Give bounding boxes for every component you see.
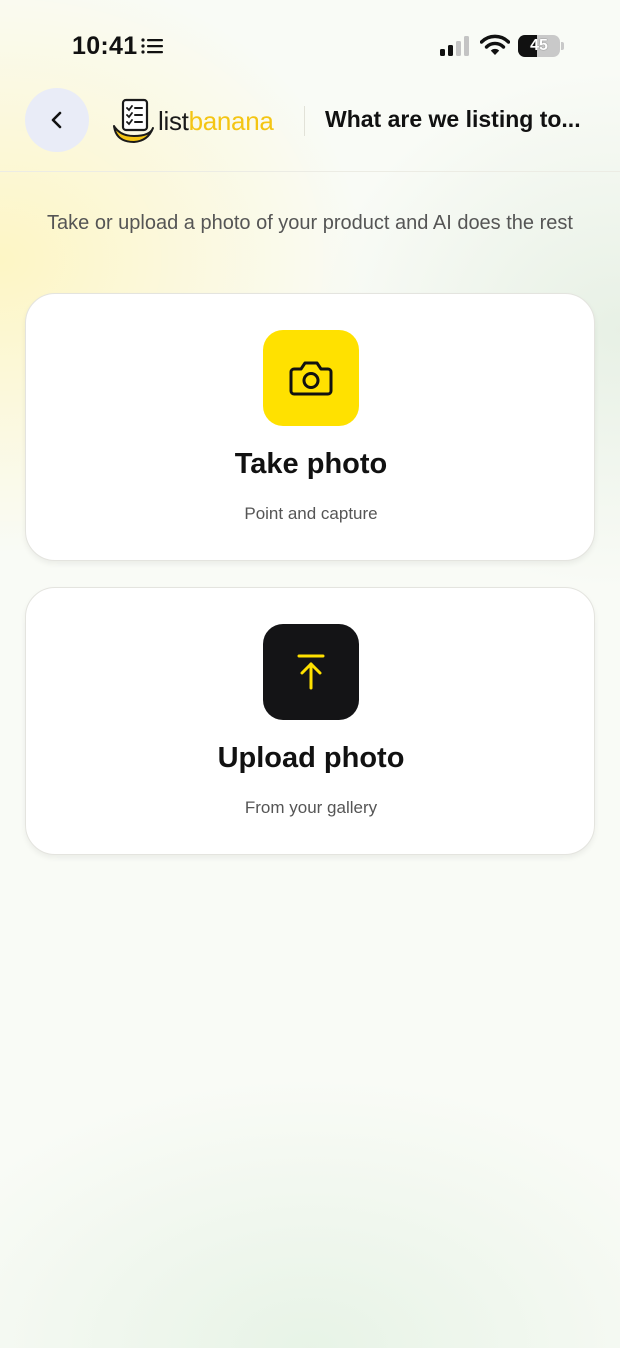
back-button[interactable] — [25, 88, 89, 152]
logo-text-banana: banana — [188, 106, 274, 136]
header-divider — [304, 106, 305, 136]
intro-text: Take or upload a photo of your product a… — [47, 212, 573, 234]
signal-icon — [440, 36, 469, 56]
upload-photo-card[interactable]: Upload photo From your gallery — [25, 587, 595, 855]
logo-text: listbanana — [158, 106, 274, 137]
take-photo-title: Take photo — [234, 448, 388, 480]
upload-icon — [297, 654, 325, 690]
page-title: What are we listing to... — [325, 106, 581, 132]
list-icon — [141, 38, 163, 54]
take-photo-icon-tile — [263, 330, 359, 426]
logo-mark-icon — [113, 98, 154, 143]
upload-photo-icon-tile — [263, 624, 359, 720]
header: listbanana What are we listing to... — [0, 84, 620, 172]
take-photo-subtitle: Point and capture — [244, 504, 378, 523]
wifi-icon — [480, 34, 510, 55]
camera-icon — [289, 361, 333, 396]
take-photo-card[interactable]: Take photo Point and capture — [25, 293, 595, 561]
upload-photo-title: Upload photo — [217, 742, 405, 774]
upload-photo-subtitle: From your gallery — [244, 798, 378, 817]
chevron-left-icon — [51, 111, 62, 129]
logo-text-list: list — [158, 106, 189, 136]
status-bar: 10:41 45 — [0, 0, 620, 88]
status-time: 10:41 — [72, 32, 138, 60]
battery-icon: 45 — [518, 35, 564, 57]
logo: listbanana — [110, 96, 290, 144]
battery-level: 45 — [530, 37, 548, 54]
